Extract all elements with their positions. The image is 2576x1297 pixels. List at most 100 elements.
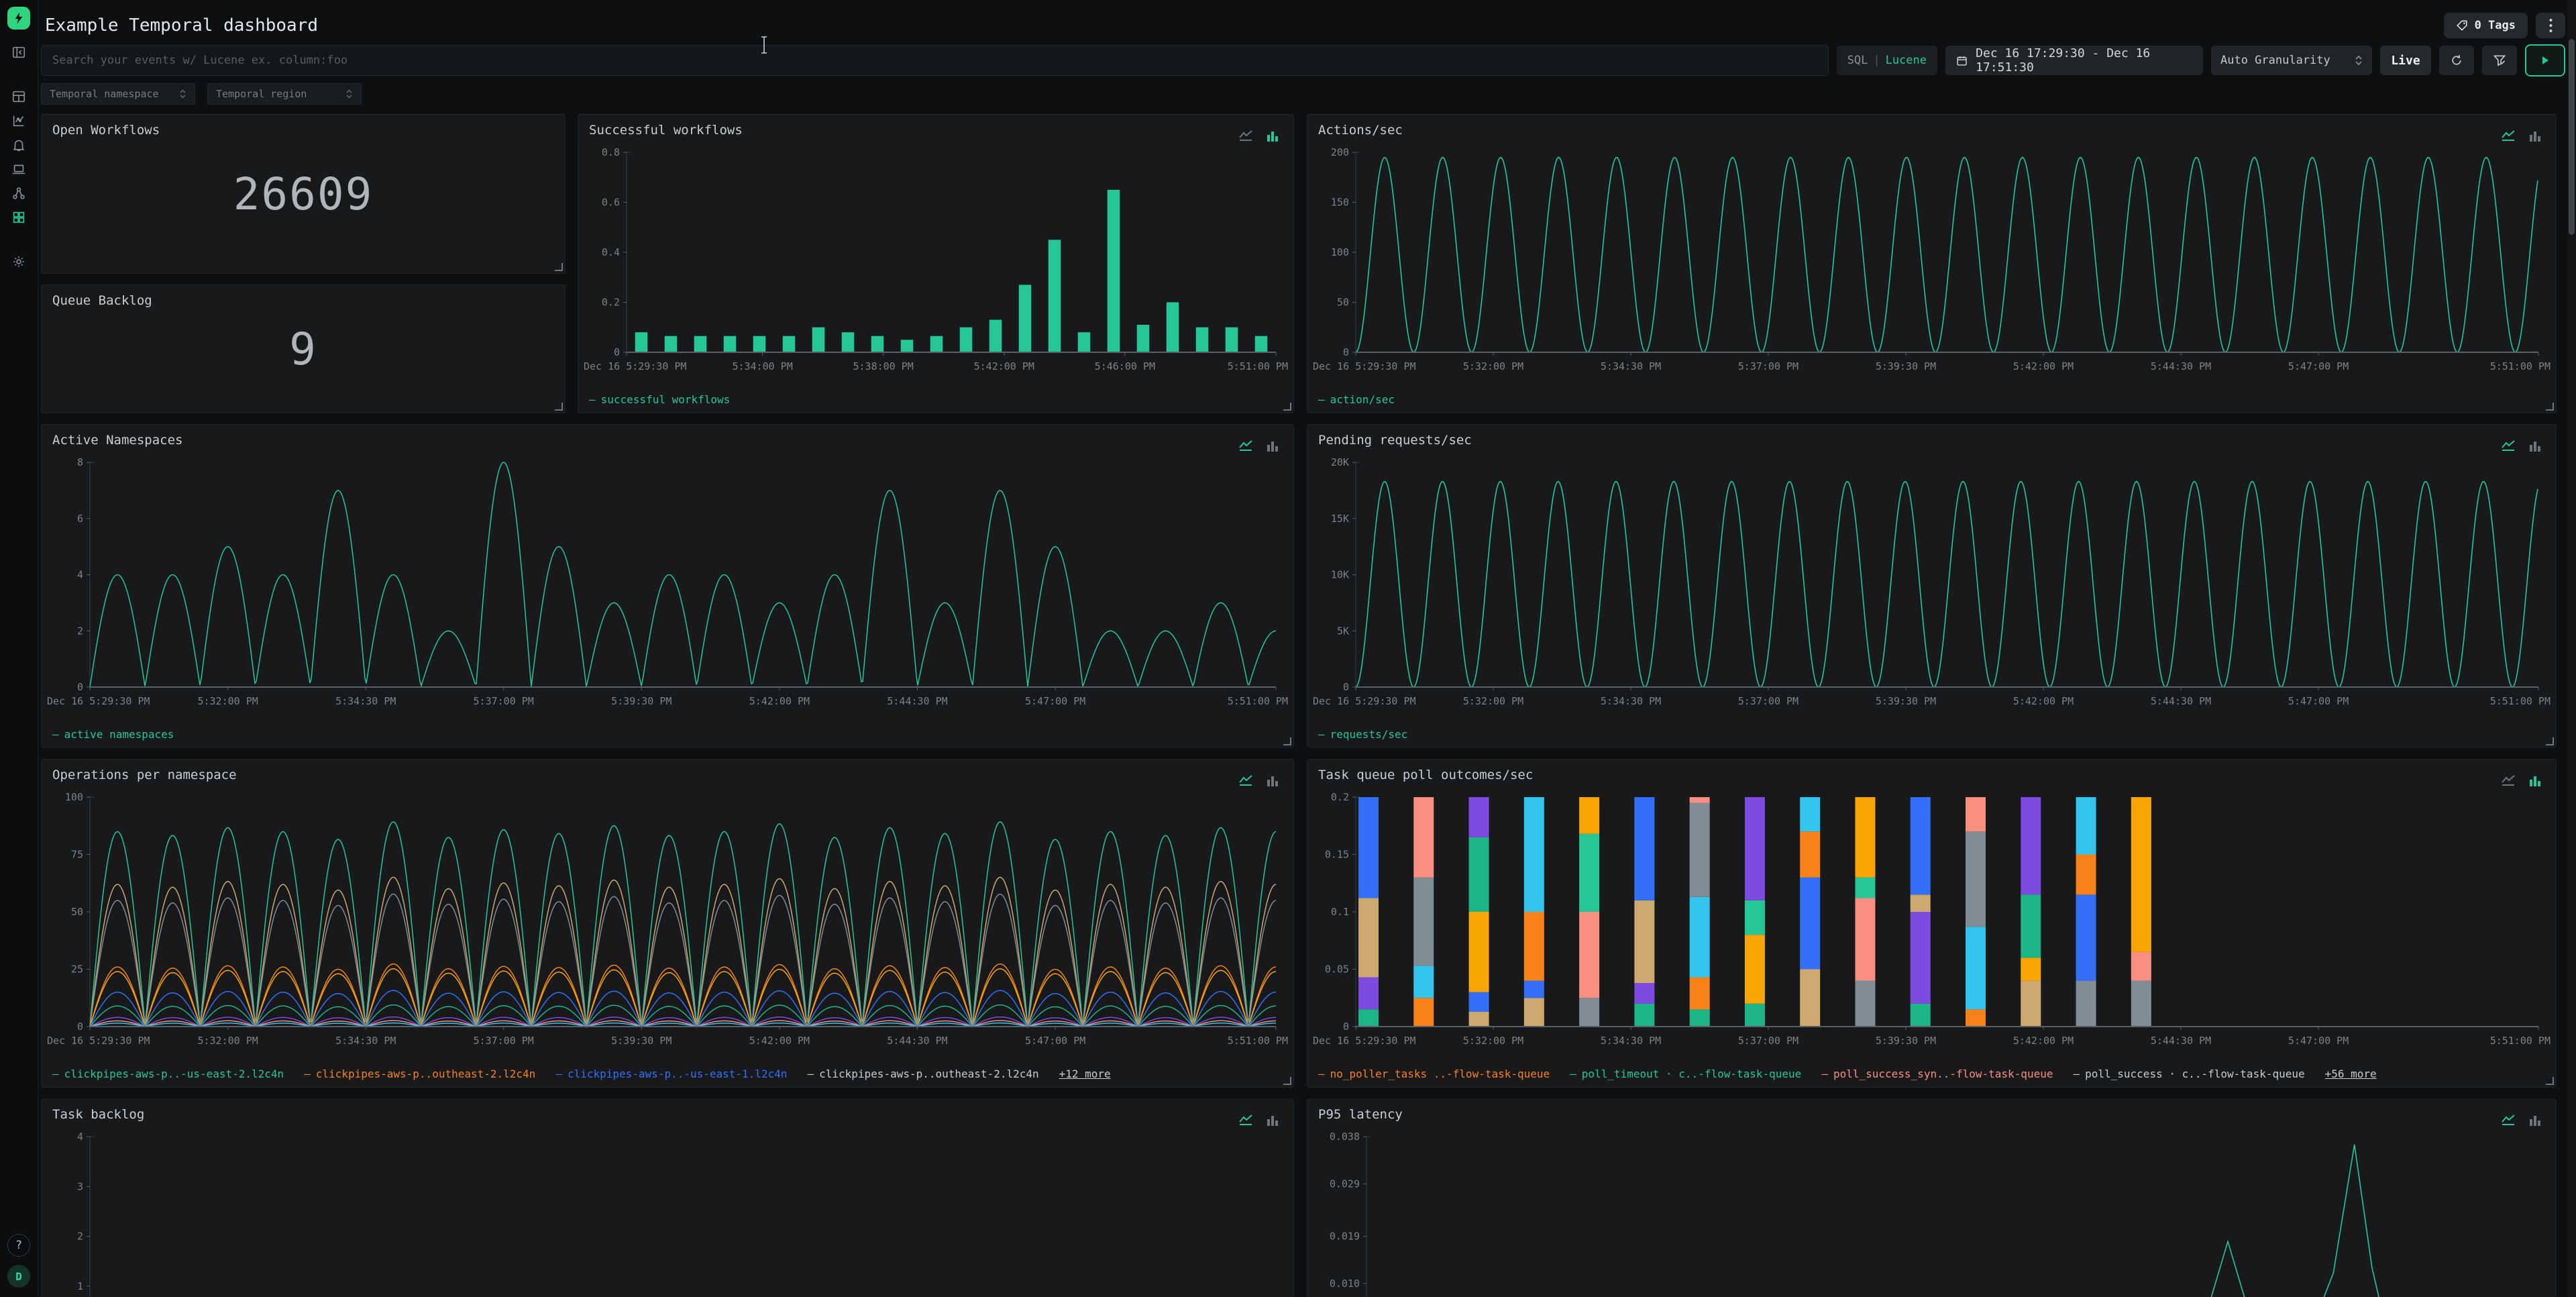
sessions-laptop-icon[interactable] — [11, 161, 27, 177]
legend-item[interactable]: —clickpipes-aws-p..outheast-2.l2c4n — [807, 1068, 1038, 1080]
legend-item[interactable]: —successful workflows — [589, 393, 730, 406]
bar-chart-toggle-icon[interactable] — [1265, 439, 1281, 453]
panel-title: Open Workflows — [52, 123, 160, 138]
resize-handle[interactable] — [2546, 1077, 2554, 1085]
kebab-menu-button[interactable] — [2536, 13, 2565, 38]
bar-chart-toggle-icon[interactable] — [2528, 774, 2544, 788]
legend-label: clickpipes-aws-p..outheast-2.l2c4n — [316, 1068, 536, 1080]
collapse-sidebar-icon[interactable] — [11, 44, 27, 60]
legend-item[interactable]: —clickpipes-aws-p..-us-east-2.l2c4n — [52, 1068, 284, 1080]
settings-gear-icon[interactable] — [11, 254, 27, 270]
svg-text:20K: 20K — [1331, 456, 1349, 468]
svg-text:5:39:30 PM: 5:39:30 PM — [611, 1035, 672, 1047]
bar-chart-toggle-icon[interactable] — [1265, 774, 1281, 788]
panel-task-queue-poll-outcomes: Task queue poll outcomes/sec 00.050.10.1… — [1307, 759, 2557, 1088]
resize-handle[interactable] — [2546, 737, 2554, 745]
task-backlog-chart[interactable]: 01234Dec 16 5:29:30 PM5:32:00 PM5:34:30 … — [46, 1126, 1289, 1297]
line-chart-toggle-icon[interactable] — [2501, 129, 2517, 143]
run-query-button[interactable] — [2525, 44, 2565, 76]
line-chart-toggle-icon[interactable] — [2501, 774, 2517, 788]
dashboards-icon[interactable] — [11, 209, 27, 225]
live-button[interactable]: Live — [2380, 46, 2431, 75]
legend-item[interactable]: —requests/sec — [1318, 728, 1407, 741]
svg-text:8: 8 — [77, 456, 83, 468]
services-map-icon[interactable] — [11, 185, 27, 201]
svg-text:5:44:30 PM: 5:44:30 PM — [2151, 1035, 2211, 1047]
line-chart-toggle-icon[interactable] — [1238, 1114, 1254, 1127]
scrollbar-thumb[interactable] — [2569, 39, 2575, 235]
filter-temporal-namespace[interactable]: Temporal namespace — [41, 83, 195, 105]
search-views-icon[interactable] — [11, 89, 27, 105]
pending-requests-chart[interactable]: 05K10K15K20KDec 16 5:29:30 PM5:32:00 PM5… — [1311, 452, 2552, 718]
svg-text:5:42:00 PM: 5:42:00 PM — [2013, 1035, 2074, 1047]
legend-item[interactable]: —poll_timeout · c..-flow-task-queue — [1570, 1068, 1801, 1080]
user-avatar[interactable]: D — [7, 1265, 30, 1288]
bar-chart-toggle-icon[interactable] — [2528, 439, 2544, 453]
select-chevrons-icon — [179, 89, 186, 99]
legend-dash: — — [1318, 728, 1325, 741]
bar-chart-toggle-icon[interactable] — [1265, 1114, 1281, 1127]
mode-sql[interactable]: SQL — [1847, 54, 1868, 67]
bar-chart-toggle-icon[interactable] — [2528, 129, 2544, 143]
svg-text:5:44:30 PM: 5:44:30 PM — [2151, 360, 2211, 372]
active-namespaces-chart[interactable]: 02468Dec 16 5:29:30 PM5:32:00 PM5:34:30 … — [46, 452, 1289, 718]
legend-item[interactable]: —clickpipes-aws-p..-us-east-1.l2c4n — [555, 1068, 787, 1080]
resize-handle[interactable] — [555, 403, 563, 411]
chart-explorer-icon[interactable] — [11, 113, 27, 129]
legend-more-link[interactable]: +12 more — [1059, 1068, 1111, 1080]
legend-dash: — — [555, 1068, 562, 1080]
legend-item[interactable]: —no_poller_tasks ..-flow-task-queue — [1318, 1068, 1550, 1080]
mode-lucene[interactable]: Lucene — [1886, 54, 1927, 67]
query-language-toggle[interactable]: SQL | Lucene — [1837, 46, 1937, 75]
tags-button[interactable]: 0 Tags — [2444, 13, 2528, 38]
filter-temporal-region[interactable]: Temporal region — [207, 83, 362, 105]
legend-label: successful workflows — [601, 393, 731, 406]
legend-dash: — — [2073, 1068, 2080, 1080]
filter-icon — [2493, 54, 2506, 67]
line-chart-toggle-icon[interactable] — [1238, 774, 1254, 788]
legend-label: active namespaces — [64, 728, 174, 741]
svg-text:15K: 15K — [1331, 513, 1349, 525]
legend-dash: — — [1318, 1068, 1325, 1080]
legend-more-link[interactable]: +56 more — [2325, 1068, 2377, 1080]
line-chart-toggle-icon[interactable] — [2501, 439, 2517, 453]
svg-text:5:47:00 PM: 5:47:00 PM — [1025, 1035, 1085, 1047]
legend-item[interactable]: —poll_success · c..-flow-task-queue — [2073, 1068, 2304, 1080]
search-input[interactable] — [41, 45, 1829, 76]
header-row: Example Temporal dashboard 0 Tags — [41, 0, 2565, 40]
task-queue-poll-outcomes-chart[interactable]: 00.050.10.150.2Dec 16 5:29:30 PM5:32:00 … — [1311, 786, 2552, 1057]
time-range-picker[interactable]: Dec 16 17:29:30 - Dec 16 17:51:30 — [1945, 46, 2203, 75]
resize-handle[interactable] — [2546, 403, 2554, 411]
filter-button[interactable] — [2482, 46, 2517, 75]
resize-handle[interactable] — [555, 263, 563, 271]
line-chart-toggle-icon[interactable] — [2501, 1114, 2517, 1127]
line-chart-toggle-icon[interactable] — [1238, 439, 1254, 453]
resize-handle[interactable] — [1283, 737, 1291, 745]
svg-text:5:34:30 PM: 5:34:30 PM — [1601, 695, 1661, 707]
bar-chart-toggle-icon[interactable] — [1265, 129, 1281, 143]
legend-label: poll_timeout · c..-flow-task-queue — [1582, 1068, 1802, 1080]
resize-handle[interactable] — [1283, 403, 1291, 411]
help-label: ? — [15, 1239, 22, 1252]
svg-text:10K: 10K — [1331, 569, 1349, 581]
p95-latency-chart[interactable]: 00.0100.0190.0290.038Dec 16 5:29:30 PM5:… — [1311, 1126, 2552, 1297]
legend-item[interactable]: —active namespaces — [52, 728, 174, 741]
help-button[interactable]: ? — [7, 1234, 30, 1257]
refresh-button[interactable] — [2439, 46, 2474, 75]
legend-item[interactable]: —action/sec — [1318, 393, 1395, 406]
chip-label: Temporal region — [216, 88, 307, 100]
bar-chart-toggle-icon[interactable] — [2528, 1114, 2544, 1127]
panel-title: P95 latency — [1318, 1107, 1403, 1122]
actions-per-sec-chart[interactable]: 050100150200Dec 16 5:29:30 PM5:32:00 PM5… — [1311, 142, 2552, 383]
alerts-bell-icon[interactable] — [11, 137, 27, 153]
operations-per-namespace-chart[interactable]: 0255075100Dec 16 5:29:30 PM5:32:00 PM5:3… — [46, 786, 1289, 1057]
panel-active-namespaces: Active Namespaces 02468Dec 16 5:29:30 PM… — [41, 424, 1294, 748]
granularity-select[interactable]: Auto Granularity — [2211, 46, 2372, 75]
resize-handle[interactable] — [1283, 1077, 1291, 1085]
legend-item[interactable]: —poll_success_syn..-flow-task-queue — [1821, 1068, 2053, 1080]
successful-workflows-chart[interactable]: 00.20.40.60.8Dec 16 5:29:30 PM5:34:00 PM… — [582, 142, 1289, 383]
legend-item[interactable]: —clickpipes-aws-p..outheast-2.l2c4n — [304, 1068, 535, 1080]
legend-dash: — — [1821, 1068, 1828, 1080]
app-logo[interactable] — [7, 7, 30, 30]
line-chart-toggle-icon[interactable] — [1238, 129, 1254, 143]
